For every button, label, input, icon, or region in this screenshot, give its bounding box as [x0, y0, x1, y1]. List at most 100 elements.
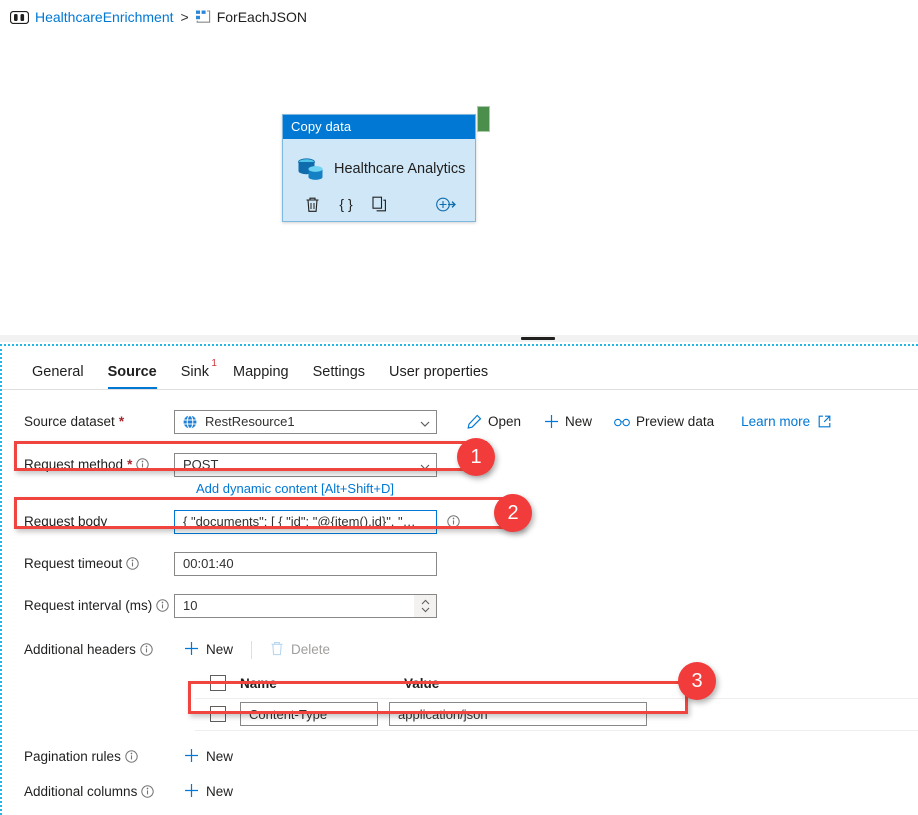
add-header-label: New: [206, 642, 233, 657]
activity-action-bar: { }: [295, 193, 465, 215]
activity-header-label: Copy data: [283, 115, 475, 139]
source-dataset-label: Source dataset *: [2, 414, 174, 429]
tab-source[interactable]: Source: [96, 364, 169, 389]
table-row: Content-Type application/json: [210, 698, 918, 730]
properties-tab-bar: General Source Sink 1 Mapping Settings U…: [2, 348, 918, 390]
tab-source-label: Source: [108, 364, 157, 380]
pipeline-icon: [10, 11, 29, 24]
clone-activity-icon[interactable]: [363, 193, 397, 215]
source-dataset-row: Source dataset * RestResource1: [2, 405, 918, 438]
tab-general[interactable]: General: [20, 364, 96, 389]
activity-body: Healthcare Analytics { }: [283, 139, 475, 223]
pagination-rules-label-text: Pagination rules: [24, 749, 121, 764]
info-icon[interactable]: [136, 458, 149, 471]
add-header-button[interactable]: New: [174, 639, 243, 661]
activity-properties-panel: General Source Sink 1 Mapping Settings U…: [0, 344, 918, 815]
add-additional-column-label: New: [206, 784, 233, 799]
request-body-value: { "documents": [ { "id": "@{item().id}",…: [183, 514, 416, 529]
request-timeout-input[interactable]: 00:01:40: [174, 552, 437, 576]
info-icon[interactable]: [141, 785, 154, 798]
column-header-name: Name: [226, 676, 404, 691]
info-icon[interactable]: [126, 557, 139, 570]
request-method-dropdown[interactable]: POST: [174, 453, 437, 477]
activity-success-output-connector[interactable]: [477, 106, 490, 132]
dataset-action-bar: Open New Preview: [455, 414, 843, 430]
request-body-row: Request body { "documents": [ { "id": "@…: [2, 505, 918, 538]
plus-icon: [184, 783, 199, 801]
headers-toolbar: New Delete: [174, 639, 340, 661]
source-dataset-value: RestResource1: [205, 414, 295, 429]
annotation-number-2: 2: [494, 494, 532, 532]
delete-header-label: Delete: [291, 642, 330, 657]
plus-icon: [184, 748, 199, 766]
open-dataset-label: Open: [488, 414, 521, 429]
breadcrumb-current: ForEachJSON: [217, 9, 307, 25]
table-row-separator: [195, 730, 918, 731]
request-timeout-value: 00:01:40: [183, 556, 234, 571]
open-dataset-button[interactable]: Open: [455, 414, 532, 430]
plus-icon: [543, 414, 559, 430]
pagination-rules-label: Pagination rules: [2, 749, 174, 764]
request-interval-stepper[interactable]: [414, 595, 436, 617]
copy-data-activity[interactable]: Copy data Healthcare Analytics: [282, 114, 476, 222]
glasses-icon: [614, 414, 630, 430]
header-value-value: application/json: [398, 707, 488, 722]
request-interval-input[interactable]: 10: [174, 594, 437, 618]
info-icon[interactable]: [156, 599, 169, 612]
pencil-icon: [466, 414, 482, 430]
request-timeout-row: Request timeout 00:01:40: [2, 547, 918, 580]
add-dynamic-content-link[interactable]: Add dynamic content [Alt+Shift+D]: [196, 481, 394, 496]
info-icon[interactable]: [447, 515, 460, 528]
request-interval-row: Request interval (ms) 10: [2, 589, 918, 622]
learn-more-link[interactable]: Learn more: [725, 414, 843, 430]
tab-mapping[interactable]: Mapping: [221, 364, 301, 389]
add-output-icon[interactable]: [429, 193, 463, 215]
add-additional-column-button[interactable]: New: [174, 781, 243, 803]
info-icon[interactable]: [125, 750, 138, 763]
code-view-icon[interactable]: { }: [329, 193, 363, 215]
new-dataset-button[interactable]: New: [532, 414, 603, 430]
tab-sink-badge: 1: [211, 356, 217, 372]
request-timeout-label-text: Request timeout: [24, 556, 122, 571]
tab-settings[interactable]: Settings: [301, 364, 377, 389]
request-method-label: Request method *: [2, 457, 174, 472]
learn-more-label: Learn more: [741, 414, 810, 429]
tab-sink-label: Sink: [181, 364, 209, 380]
request-timeout-label: Request timeout: [2, 556, 174, 571]
additional-columns-label: Additional columns: [2, 784, 174, 799]
new-dataset-label: New: [565, 414, 592, 429]
annotation-number-1: 1: [457, 438, 495, 476]
delete-header-button[interactable]: Delete: [260, 639, 340, 661]
source-dataset-dropdown[interactable]: RestResource1: [174, 410, 437, 434]
request-interval-label: Request interval (ms): [2, 598, 174, 613]
delete-activity-icon[interactable]: [295, 193, 329, 215]
request-method-label-text: Request method: [24, 457, 123, 472]
tab-sink[interactable]: Sink 1: [169, 364, 221, 389]
tab-general-label: General: [32, 364, 84, 380]
row-select-checkbox[interactable]: [210, 706, 226, 722]
request-method-control: POST: [174, 453, 437, 477]
chevron-down-icon: [420, 417, 430, 427]
panel-drag-handle[interactable]: [521, 337, 555, 340]
preview-data-button[interactable]: Preview data: [603, 414, 725, 430]
tab-user-properties[interactable]: User properties: [377, 364, 500, 389]
request-body-input[interactable]: { "documents": [ { "id": "@{item().id}",…: [174, 510, 437, 534]
external-link-icon: [816, 414, 832, 430]
additional-columns-row: Additional columns New: [2, 775, 918, 808]
add-pagination-rule-button[interactable]: New: [174, 746, 243, 768]
header-name-input[interactable]: Content-Type: [240, 702, 378, 726]
panel-splitter[interactable]: [0, 335, 918, 342]
info-icon[interactable]: [140, 643, 153, 656]
add-pagination-rule-label: New: [206, 749, 233, 764]
annotation-number-3: 3: [678, 662, 716, 700]
trash-icon: [270, 641, 284, 659]
request-body-label-text: Request body: [24, 514, 107, 529]
select-all-checkbox[interactable]: [210, 675, 226, 691]
chevron-down-icon: [420, 460, 430, 470]
table-row-separator: [195, 698, 918, 699]
pipeline-canvas[interactable]: Copy data Healthcare Analytics: [0, 34, 918, 330]
required-asterisk: *: [127, 457, 132, 472]
source-dataset-label-text: Source dataset: [24, 414, 115, 429]
header-value-input[interactable]: application/json: [389, 702, 647, 726]
breadcrumb-root-link[interactable]: HealthcareEnrichment: [35, 9, 174, 25]
